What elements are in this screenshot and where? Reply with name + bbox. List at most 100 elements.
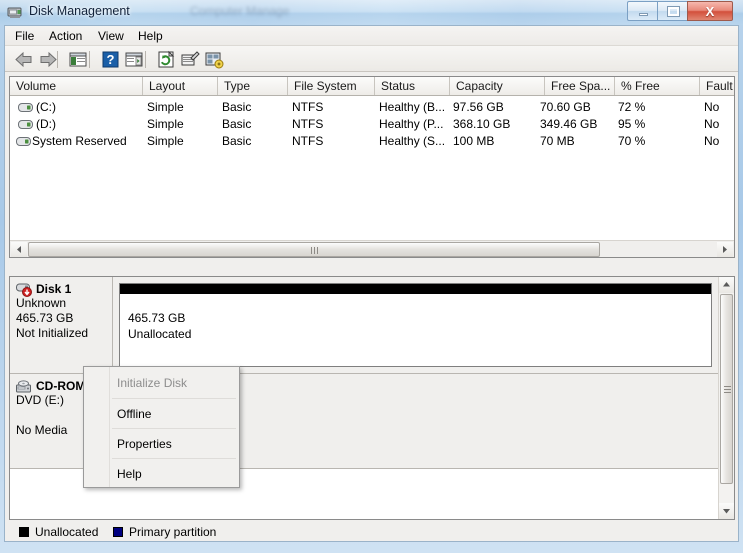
- vscroll-grip-icon: [724, 386, 731, 393]
- cell-file-system: NTFS: [292, 100, 324, 114]
- legend-swatch-unallocated: [19, 527, 29, 537]
- cell-capacity: 368.10 GB: [453, 117, 511, 131]
- partition-state-label: Unallocated: [128, 327, 192, 341]
- vscroll-down-arrow[interactable]: [719, 503, 734, 519]
- hscroll-thumb[interactable]: [28, 242, 600, 257]
- partition-cap-bar: [120, 284, 711, 294]
- ctx-initialize-disk[interactable]: Initialize Disk: [85, 368, 240, 398]
- close-icon: X: [705, 4, 715, 19]
- legend-swatch-primary-partition: [113, 527, 123, 537]
- column-header-file-system[interactable]: File System: [288, 77, 375, 95]
- show-action-pane-button[interactable]: [123, 49, 145, 70]
- vscroll-up-arrow[interactable]: [719, 277, 734, 293]
- menu-view[interactable]: View: [92, 28, 130, 44]
- ctx-properties[interactable]: Properties: [85, 429, 240, 459]
- column-header-layout[interactable]: Layout: [143, 77, 218, 95]
- legend: Unallocated Primary partition: [9, 524, 735, 540]
- drive-icon: [18, 119, 33, 130]
- partition-size-label: 465.73 GB: [128, 311, 186, 325]
- disk-management-window: Disk Management Computer Manage X File A…: [0, 0, 743, 553]
- cell-free-space: 349.46 GB: [540, 117, 598, 131]
- drive-icon: [16, 136, 31, 147]
- show-console-tree-button[interactable]: [67, 49, 89, 70]
- svg-text:?: ?: [107, 52, 115, 67]
- cell-fault-tolerance: No: [704, 100, 720, 114]
- hscroll-grip-icon: [311, 247, 318, 254]
- minimize-icon: [639, 13, 648, 16]
- cell-fault-tolerance: No: [704, 117, 720, 131]
- cell-percent-free: 72 %: [618, 100, 646, 114]
- column-header-type[interactable]: Type: [218, 77, 288, 95]
- cell-capacity: 97.56 GB: [453, 100, 504, 114]
- disk-meta-2: 465.73 GB: [16, 311, 74, 325]
- drive-icon: [18, 102, 33, 113]
- menu-action[interactable]: Action: [43, 28, 88, 44]
- close-button[interactable]: X: [687, 1, 733, 21]
- cell-layout: Simple: [147, 117, 184, 131]
- table-row[interactable]: System Reserved Simple Basic NTFS Health…: [10, 133, 734, 150]
- cell-percent-free: 70 %: [618, 134, 646, 148]
- graph-pane-vscrollbar[interactable]: [718, 277, 734, 519]
- help-button[interactable]: ?: [99, 49, 121, 70]
- hscroll-right-arrow[interactable]: [717, 242, 733, 257]
- legend-label-unallocated: Unallocated: [35, 525, 99, 539]
- disk-meta-3: Not Initialized: [16, 326, 89, 340]
- disk-context-menu[interactable]: Initialize Disk Offline Properties Help: [83, 366, 240, 488]
- cell-volume: (D:): [36, 117, 56, 131]
- cell-type: Basic: [222, 134, 252, 148]
- table-row[interactable]: (C:) Simple Basic NTFS Healthy (B... 97.…: [10, 99, 734, 116]
- back-button[interactable]: [13, 49, 35, 70]
- menu-bar: File Action View Help: [5, 26, 738, 46]
- minimize-button[interactable]: [627, 1, 657, 21]
- column-header-fault-tolerance[interactable]: Fault T: [700, 77, 734, 95]
- menu-help[interactable]: Help: [132, 28, 169, 44]
- table-row[interactable]: (D:) Simple Basic NTFS Healthy (P... 368…: [10, 116, 734, 133]
- disk-row-disk1[interactable]: Disk 1 Unknown 465.73 GB Not Initialized…: [10, 277, 720, 374]
- forward-button[interactable]: [37, 49, 59, 70]
- cell-percent-free: 95 %: [618, 117, 646, 131]
- properties-button[interactable]: [179, 49, 201, 70]
- legend-label-primary-partition: Primary partition: [129, 525, 217, 539]
- toolbar-separator: [89, 51, 90, 68]
- refresh-button[interactable]: [155, 49, 177, 70]
- column-header-free-space[interactable]: Free Spa...: [545, 77, 615, 95]
- ctx-offline[interactable]: Offline: [85, 399, 240, 429]
- ctx-help[interactable]: Help: [85, 459, 240, 489]
- volume-list[interactable]: Volume Layout Type File System Status Ca…: [9, 76, 735, 258]
- column-header-capacity[interactable]: Capacity: [450, 77, 545, 95]
- volume-list-hscrollbar[interactable]: [10, 240, 734, 257]
- column-header-volume[interactable]: Volume: [10, 77, 143, 95]
- cell-status: Healthy (P...: [379, 117, 444, 131]
- partition-unallocated[interactable]: 465.73 GB Unallocated: [119, 283, 712, 367]
- toolbar: ?: [5, 46, 738, 72]
- disk-meta-1: Unknown: [16, 296, 67, 310]
- vscroll-thumb[interactable]: [720, 294, 733, 484]
- cell-type: Basic: [222, 117, 252, 131]
- cell-volume: System Reserved: [32, 134, 127, 148]
- cell-file-system: NTFS: [292, 134, 324, 148]
- disk-management-icon: [7, 4, 24, 20]
- column-header-percent-free[interactable]: % Free: [615, 77, 700, 95]
- rescan-disks-button[interactable]: [203, 49, 225, 70]
- cell-fault-tolerance: No: [704, 134, 720, 148]
- cell-status: Healthy (B...: [379, 100, 446, 114]
- disk-partition-area-disk1: 465.73 GB Unallocated: [113, 277, 720, 373]
- cell-layout: Simple: [147, 100, 184, 114]
- cell-layout: Simple: [147, 134, 184, 148]
- toolbar-separator: [145, 51, 146, 68]
- column-header-status[interactable]: Status: [375, 77, 450, 95]
- cell-free-space: 70 MB: [540, 134, 575, 148]
- hscroll-left-arrow[interactable]: [11, 242, 27, 257]
- maximize-button[interactable]: [657, 1, 687, 21]
- background-window-ghost-text: Computer Manage: [190, 4, 290, 18]
- window-title: Disk Management: [29, 4, 130, 18]
- cell-type: Basic: [222, 100, 252, 114]
- volume-list-header: Volume Layout Type File System Status Ca…: [10, 77, 734, 96]
- cell-file-system: NTFS: [292, 117, 324, 131]
- menu-file[interactable]: File: [9, 28, 40, 44]
- title-bar: Disk Management Computer Manage X: [0, 0, 743, 25]
- cell-status: Healthy (S...: [379, 134, 446, 148]
- disk-info-panel-disk1[interactable]: Disk 1 Unknown 465.73 GB Not Initialized: [10, 277, 113, 373]
- cdrom-icon: [16, 380, 33, 394]
- client-area: File Action View Help ? Volume Layout Ty…: [4, 25, 739, 542]
